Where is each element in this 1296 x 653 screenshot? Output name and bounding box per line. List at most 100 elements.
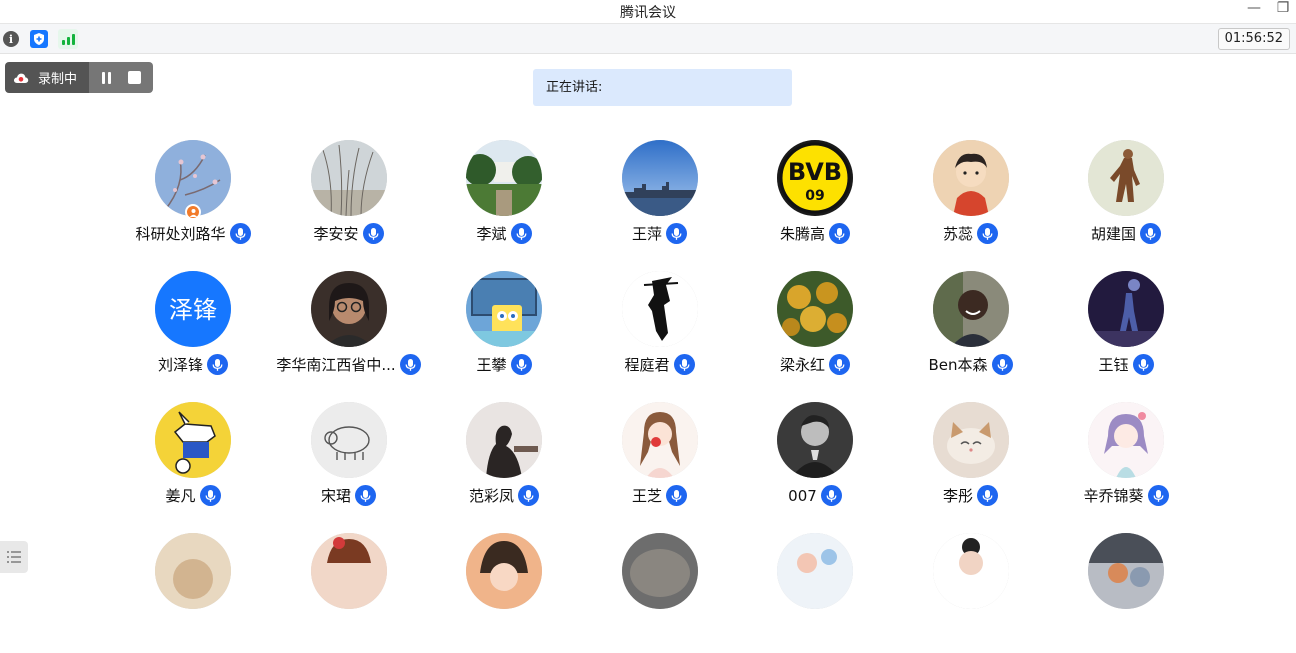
mic-icon[interactable] [355,485,376,506]
participant-name: 刘泽锋 [157,356,203,374]
participant-name: 李彤 [942,487,973,505]
mic-icon[interactable] [229,223,251,244]
participant-avatar [777,402,853,478]
participant-tile[interactable] [426,533,582,653]
mic-icon[interactable] [977,223,998,244]
mic-icon[interactable] [829,223,850,244]
participant-tile[interactable]: 李斌 [426,140,582,260]
participant-tile[interactable]: Ben本森 [893,271,1049,391]
participant-name-row: 李华南江西省中... [271,354,427,375]
participant-tile[interactable]: BVB 09 朱腾高 [737,140,893,260]
participant-tile[interactable]: 王芝 [582,402,738,522]
participant-name: 宋珺 [320,487,351,505]
participant-tile[interactable]: 宋珺 [271,402,427,522]
mic-icon[interactable] [199,485,221,506]
mic-icon[interactable] [207,354,228,375]
mic-icon[interactable] [510,354,532,375]
participant-tile[interactable]: 辛乔锦葵 [1048,402,1204,522]
participant-tile[interactable]: 姜凡 [115,402,271,522]
participant-avatar: 泽锋 [155,271,231,347]
bvb-logo-year: 09 [805,188,824,204]
participant-name-row: 王芝 [582,485,738,506]
participant-name: 胡建国 [1090,225,1136,243]
participant-tile[interactable]: 李安安 [271,140,427,260]
participant-tile[interactable]: 梁永红 [737,271,893,391]
mic-icon[interactable] [977,485,998,506]
participant-name-row: 姜凡 [115,485,271,506]
participant-tile[interactable]: 李彤 [893,402,1049,522]
participant-name-row: 苏蕊 [893,223,1049,244]
participant-name-row: 王钰 [1048,354,1204,375]
participant-name-row: 科研处刘路华 [115,223,271,244]
participant-tile[interactable] [271,533,427,653]
participant-name: 李华南江西省中... [276,356,396,374]
participant-avatar [466,402,542,478]
recording-label: 录制中 [38,72,78,87]
participant-tile[interactable]: 胡建国 [1048,140,1204,260]
participant-tile[interactable]: 范彩凤 [426,402,582,522]
mic-icon[interactable] [666,223,687,244]
participant-tile[interactable]: 科研处刘路华 [115,140,271,260]
participant-name-row: 李斌 [426,223,582,244]
participant-avatar [466,271,542,347]
mic-icon[interactable] [518,485,539,506]
participant-list-button[interactable] [0,541,28,573]
participant-tile[interactable]: 苏蕊 [893,140,1049,260]
participant-tile[interactable] [737,533,893,653]
participant-name: 范彩凤 [468,487,514,505]
participant-name-row: 胡建国 [1048,223,1204,244]
mic-icon[interactable] [1140,223,1161,244]
mic-icon[interactable] [1132,354,1154,375]
mic-icon[interactable] [820,485,842,506]
participant-avatar [1088,140,1164,216]
participant-avatar [621,533,698,609]
restore-button[interactable]: ❐ [1273,0,1293,16]
stop-recording-icon[interactable] [127,71,141,84]
mic-icon[interactable] [666,485,687,506]
pause-recording-icon[interactable] [101,71,111,84]
participant-avatar: BVB 09 [777,140,853,216]
participant-avatar [932,140,1009,216]
bvb-logo-text: BVB [788,158,842,186]
avatar-initials: 泽锋 [169,296,217,324]
participant-tile[interactable]: 泽锋刘泽锋 [115,271,271,391]
mic-icon[interactable] [991,354,1013,375]
participant-tile[interactable] [893,533,1049,653]
participant-tile[interactable] [1048,533,1204,653]
mic-icon[interactable] [1147,485,1169,506]
participant-tile[interactable]: 007 [737,402,893,522]
participant-name-row: 梁永红 [737,354,893,375]
security-shield-icon[interactable] [29,29,49,49]
participant-name-row: Ben本森 [893,354,1049,375]
participant-tile[interactable]: 李华南江西省中... [271,271,427,391]
participant-name: 王萍 [631,225,662,243]
participant-name-row: 程庭君 [582,354,738,375]
participant-avatar [155,402,231,478]
window-title: 腾讯会议 [620,5,676,21]
participant-tile[interactable]: 王攀 [426,271,582,391]
participant-avatar [932,271,1009,347]
network-signal-icon[interactable] [58,29,78,49]
participant-avatar [621,402,698,478]
info-icon[interactable]: i [1,29,21,49]
participant-name: 姜凡 [165,487,196,505]
mic-icon[interactable] [673,354,695,375]
participant-tile[interactable] [115,533,271,653]
participant-tile[interactable]: 王萍 [582,140,738,260]
participant-name-row: 朱腾高 [737,223,893,244]
mic-icon[interactable] [399,354,421,375]
mic-icon[interactable] [362,223,384,244]
minimize-button[interactable]: — [1244,0,1264,16]
participant-name-row: 李彤 [893,485,1049,506]
title-bar: 腾讯会议 — ❐ [0,0,1296,22]
recording-status[interactable]: 录制中 [5,62,89,93]
mic-icon[interactable] [829,354,850,375]
participant-name-row: 王萍 [582,223,738,244]
speaking-indicator: 正在讲话: [533,69,792,106]
mic-icon[interactable] [510,223,532,244]
participant-name: 梁永红 [779,356,825,374]
participant-avatar [310,533,387,609]
participant-tile[interactable]: 程庭君 [582,271,738,391]
participant-tile[interactable] [582,533,738,653]
participant-tile[interactable]: 王钰 [1048,271,1204,391]
